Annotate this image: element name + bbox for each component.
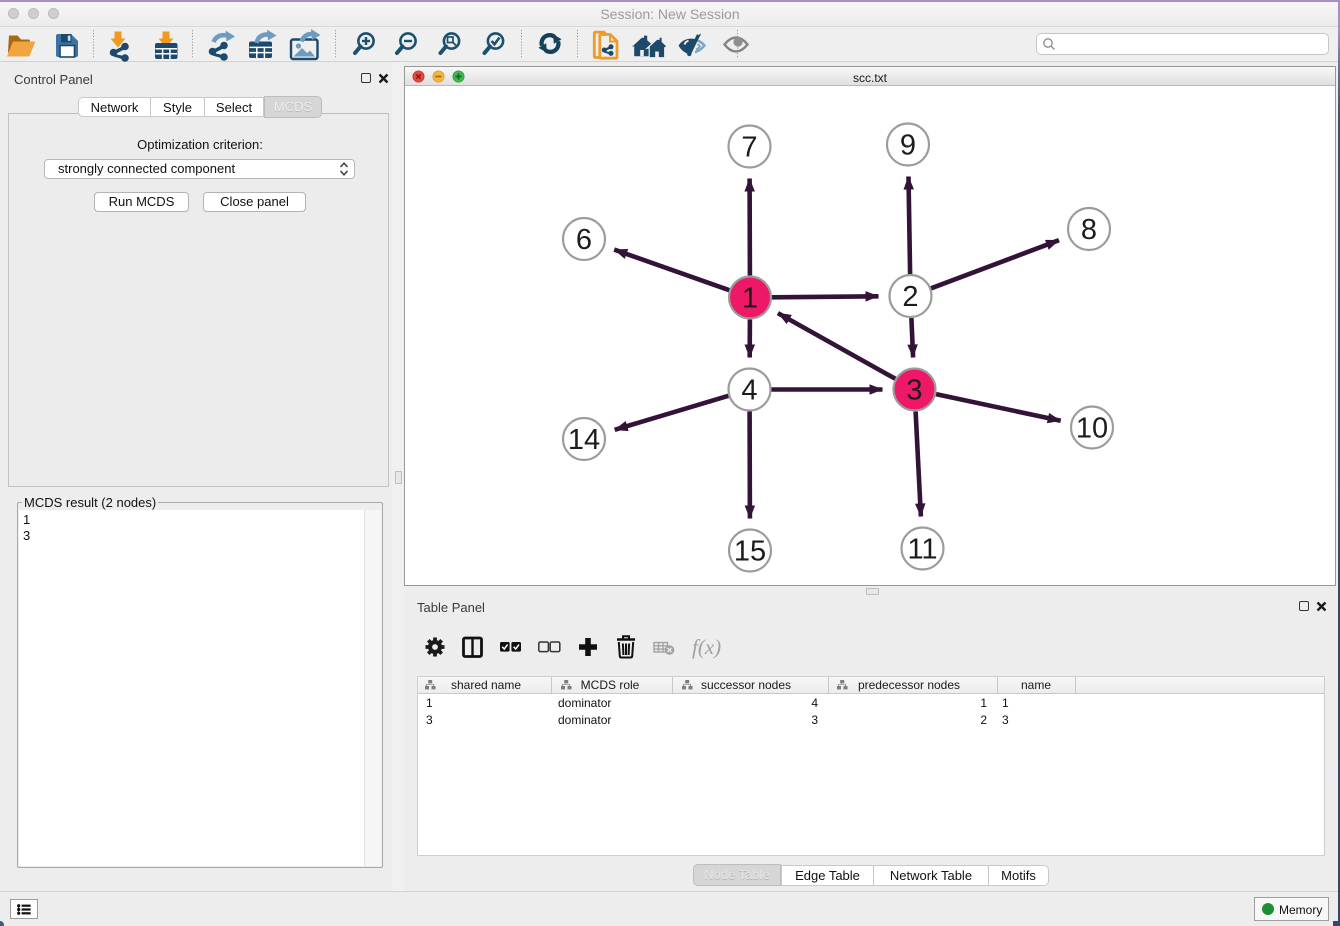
svg-text:11: 11	[907, 534, 937, 566]
svg-text:f(x): f(x)	[692, 635, 721, 659]
svg-text:3: 3	[811, 713, 818, 727]
svg-text:1: 1	[742, 283, 758, 315]
svg-text:dominator: dominator	[558, 696, 611, 710]
svg-text:1: 1	[426, 696, 433, 710]
svg-text:7: 7	[741, 132, 757, 164]
svg-text:15: 15	[734, 536, 766, 568]
svg-text:1: 1	[1002, 696, 1009, 710]
svg-text:14: 14	[568, 424, 600, 456]
svg-text:2: 2	[980, 713, 987, 727]
svg-text:9: 9	[900, 130, 916, 162]
svg-text:8: 8	[1081, 214, 1097, 246]
svg-text:3: 3	[906, 375, 922, 407]
svg-text:successor nodes: successor nodes	[701, 678, 791, 692]
svg-text:3: 3	[426, 713, 433, 727]
svg-text:4: 4	[741, 375, 757, 407]
svg-text:shared name: shared name	[451, 678, 521, 692]
svg-text:4: 4	[811, 696, 818, 710]
svg-text:3: 3	[1002, 713, 1009, 727]
svg-text:2: 2	[902, 281, 918, 313]
svg-text:1: 1	[980, 696, 987, 710]
svg-text:predecessor nodes: predecessor nodes	[858, 678, 960, 692]
svg-text:MCDS role: MCDS role	[581, 678, 640, 692]
svg-text:name: name	[1021, 678, 1051, 692]
svg-text:dominator: dominator	[558, 713, 611, 727]
svg-text:6: 6	[576, 224, 592, 256]
svg-text:10: 10	[1076, 413, 1108, 445]
